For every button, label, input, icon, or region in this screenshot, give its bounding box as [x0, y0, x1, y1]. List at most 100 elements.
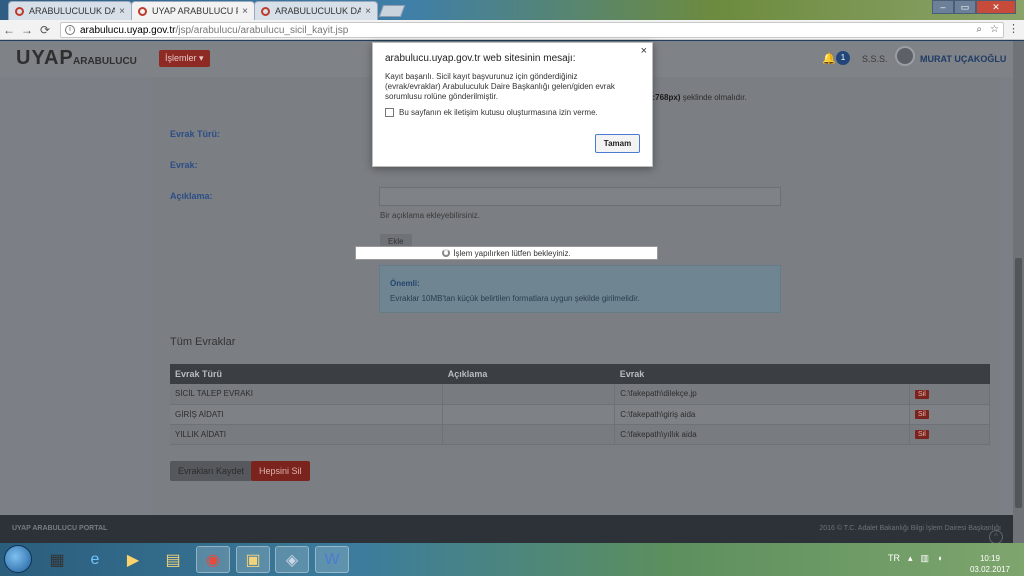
checkbox-box[interactable] [385, 108, 394, 117]
cell-action: Sil [909, 384, 990, 405]
network-icon[interactable]: ▥ [921, 553, 930, 564]
word-icon[interactable]: W [315, 546, 349, 573]
minimize-icon[interactable]: – [932, 0, 954, 14]
tab-close-icon[interactable]: × [119, 6, 125, 17]
table-header-row: Evrak Türü Açıklama Evrak [170, 364, 990, 384]
address-bar[interactable]: i arabulucu.uyap.gov.tr /jsp/arabulucu/a… [60, 22, 1004, 38]
ok-button[interactable]: Tamam [595, 134, 640, 153]
browser-toolbar: ← → ⟳ i arabulucu.uyap.gov.tr /jsp/arabu… [0, 20, 1024, 40]
evrak-label: Evrak: [170, 160, 198, 170]
important-title: Önemli: [390, 279, 420, 288]
suppress-dialogs-checkbox[interactable]: Bu sayfanın ek iletişim kutusu oluşturma… [385, 108, 598, 117]
resolution-note: k:768px) şeklinde olmalıdır. [648, 93, 747, 102]
user-name[interactable]: MURAT UÇAKOĞLU [920, 54, 1006, 64]
forward-icon[interactable]: → [18, 23, 36, 37]
back-icon[interactable]: ← [0, 23, 18, 37]
aciklama-input[interactable] [379, 187, 781, 206]
cell-type: SİCİL TALEP EVRAKI [170, 384, 444, 405]
loading-text: İşlem yapılırken lütfen bekleyiniz. [453, 248, 571, 258]
url-host: arabulucu.uyap.gov.tr [80, 24, 176, 36]
cell-desc [442, 384, 616, 405]
important-message: Evraklar 10MB'tan küçük belirtilen forma… [390, 294, 640, 303]
aciklama-hint: Bir açıklama ekleyebilirsiniz. [380, 211, 481, 220]
table-row: GİRİŞ AİDATI C:\fakepath\giriş aida Sil [170, 404, 990, 425]
tab-close-icon[interactable]: × [242, 6, 248, 17]
clock-time: 10:19 [979, 554, 1001, 563]
tab-favicon-icon [138, 6, 147, 16]
uyap-logo[interactable]: UYAP [16, 47, 74, 70]
cell-desc [442, 404, 616, 425]
file-explorer-icon[interactable]: ▤ [156, 546, 190, 573]
tab-favicon-icon [15, 6, 24, 16]
browser-tab[interactable]: ARABULUCULUK DAİRE × [8, 1, 132, 20]
reload-icon[interactable]: ⟳ [36, 23, 54, 37]
folder-icon[interactable]: ▣ [236, 546, 270, 573]
app-icon[interactable]: ◈ [275, 546, 309, 573]
site-footer: UYAP ARABULUCU PORTAL 2016 © T.C. Adalet… [0, 515, 1013, 543]
avatar[interactable] [895, 46, 915, 66]
table-row: YILLIK AİDATI C:\fakepath\yıllık aida Si… [170, 424, 990, 445]
search-icon[interactable]: ⌕ [976, 24, 982, 35]
bell-icon[interactable]: 🔔 [822, 52, 836, 65]
calculator-icon[interactable]: ▦ [40, 546, 74, 573]
cell-type: YILLIK AİDATI [170, 424, 444, 445]
tab-favicon-icon [261, 6, 270, 16]
bookmark-star-icon[interactable]: ☆ [990, 24, 999, 35]
table-row: SİCİL TALEP EVRAKI C:\fakepath\dilekçe.j… [170, 384, 990, 405]
delete-row-button[interactable]: Sil [915, 410, 929, 419]
scroll-top-icon[interactable]: ^ [989, 530, 1003, 543]
new-tab-button[interactable] [378, 5, 406, 17]
column-header: Evrak Türü [170, 364, 443, 384]
footer-portal-name: UYAP ARABULUCU PORTAL [12, 525, 108, 532]
tab-close-icon[interactable]: × [365, 6, 371, 17]
windows-start-icon[interactable] [4, 545, 32, 573]
spinner-icon [442, 249, 451, 257]
footer-copyright: 2016 © T.C. Adalet Bakanlığı Bilgi İşlem… [819, 525, 1001, 532]
close-window-icon[interactable]: ✕ [976, 0, 1016, 14]
cell-type: GİRİŞ AİDATI [170, 404, 444, 425]
browser-tab[interactable]: ARABULUCULUK DAİRE × [254, 1, 378, 20]
evrak-turu-label: Evrak Türü: [170, 129, 221, 139]
taskbar-clock[interactable]: 10:19 03.02.2017 [966, 553, 1014, 575]
url-path: /jsp/arabulucu/arabulucu_sicil_kayit.jsp [175, 24, 349, 36]
loading-indicator: İşlem yapılırken lütfen bekleyiniz. [355, 246, 658, 260]
browser-tab-active[interactable]: UYAP ARABULUCU PORT × [131, 1, 255, 20]
dialog-message: Kayıt başarılı. Sicil kayıt başvurunuz i… [385, 72, 615, 101]
volume-icon[interactable]: ◖ [937, 553, 942, 564]
cell-file: C:\fakepath\dilekçe.jp [614, 384, 911, 405]
windows-taskbar: ▦ e ▶ ▤ ◉ ▣ ◈ W TR ▴ ▥ ◖ [0, 543, 1024, 576]
cell-action: Sil [909, 404, 990, 425]
alert-dialog: × arabulucu.uyap.gov.tr web sitesinin me… [372, 42, 653, 167]
all-documents-title: Tüm Evraklar [170, 336, 236, 348]
delete-row-button[interactable]: Sil [915, 389, 929, 399]
menu-icon[interactable]: ⋮ [1008, 22, 1019, 35]
faq-link[interactable]: S.S.S. [862, 54, 888, 64]
column-header: Açıklama [442, 364, 615, 384]
media-player-icon[interactable]: ▶ [116, 546, 150, 573]
documents-table: Evrak Türü Açıklama Evrak SİCİL TALEP EV… [170, 364, 990, 445]
language-indicator[interactable]: TR [888, 553, 900, 564]
tab-label: UYAP ARABULUCU PORT [152, 6, 238, 16]
dialog-title: arabulucu.uyap.gov.tr web sitesinin mesa… [385, 53, 576, 64]
delete-all-button[interactable]: Hepsini Sil [251, 461, 310, 481]
save-documents-button[interactable]: Evrakları Kaydet [170, 461, 253, 481]
tab-label: ARABULUCULUK DAİRE [275, 6, 362, 16]
close-icon[interactable]: × [641, 45, 647, 57]
tray-arrow-icon[interactable]: ▴ [908, 553, 913, 564]
cell-file: C:\fakepath\yıllık aida [614, 424, 911, 445]
important-notice: Önemli: Evraklar 10MB'tan küçük belirtil… [379, 265, 781, 313]
tab-label: ARABULUCULUK DAİRE [29, 6, 116, 16]
cell-file: C:\fakepath\giriş aida [614, 404, 911, 425]
islemler-menu-button[interactable]: İşlemler ▾ [159, 50, 210, 67]
site-info-icon[interactable]: i [65, 25, 75, 35]
delete-row-button[interactable]: Sil [915, 430, 929, 439]
internet-explorer-icon[interactable]: e [78, 546, 112, 573]
column-header: Evrak [614, 364, 910, 384]
chrome-icon[interactable]: ◉ [196, 546, 230, 573]
maximize-icon[interactable]: ▭ [954, 0, 976, 14]
scrollbar-thumb[interactable] [1015, 258, 1022, 508]
column-header [909, 364, 990, 384]
browser-tabstrip: ARABULUCULUK DAİRE × UYAP ARABULUCU PORT… [0, 0, 1024, 20]
aciklama-label: Açıklama: [170, 191, 213, 201]
logo-subtitle: ARABULUCU [73, 56, 137, 67]
